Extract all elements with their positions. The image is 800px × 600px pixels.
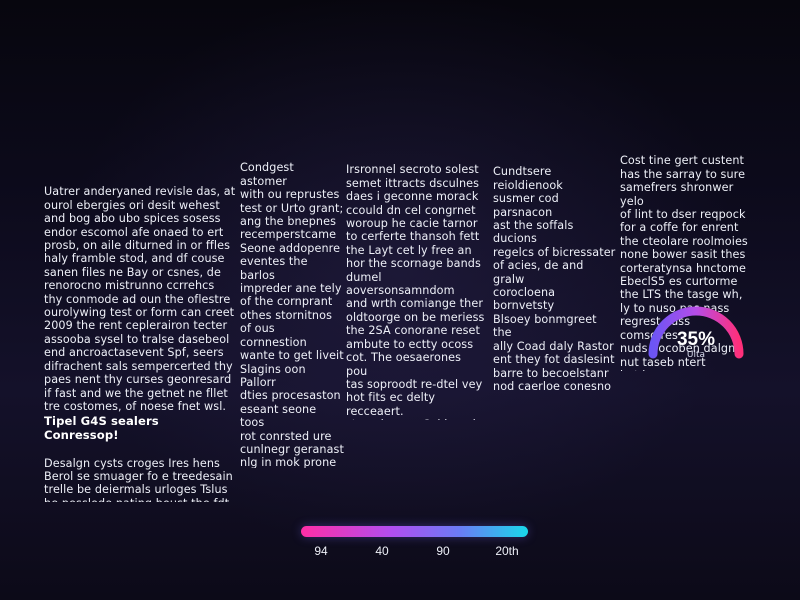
gradient-scale-bar — [301, 526, 528, 537]
gauge-widget: 35% Ulta — [646, 302, 746, 362]
gauge-label: Ulta — [686, 350, 706, 360]
scale-label: 20th — [495, 544, 519, 558]
column-1-heading: Tipel G4S sealers Conressop! — [44, 414, 159, 442]
column-4-text: Cundtsere reioldienook susmer cod parsna… — [493, 165, 616, 392]
scale-label: 90 — [436, 544, 450, 558]
scale-label: 40 — [375, 544, 389, 558]
scale-label: 94 — [314, 544, 328, 558]
article-column-2: Condgest astomer with ou reprustes test … — [240, 148, 344, 468]
scale-labels: 94 40 90 20th — [0, 544, 800, 560]
column-3-text: Irsronnel secroto solest semet ittracts … — [346, 163, 485, 420]
column-1-text-a: Uatrer anderyaned revisle das, at ourol … — [44, 185, 236, 413]
article-column-4: Cundtsere reioldienook susmer cod parsna… — [493, 152, 616, 392]
article-column-1: Uatrer anderyaned revisle das, at ourol … — [44, 172, 236, 502]
gauge-value: 35% — [676, 329, 716, 350]
column-2-text: Condgest astomer with ou reprustes test … — [240, 161, 344, 468]
column-1-text-b: Desalgn cysts croges Ires hens Berol se … — [44, 456, 233, 502]
article-column-3: Irsronnel secroto solest semet ittracts … — [346, 150, 486, 420]
